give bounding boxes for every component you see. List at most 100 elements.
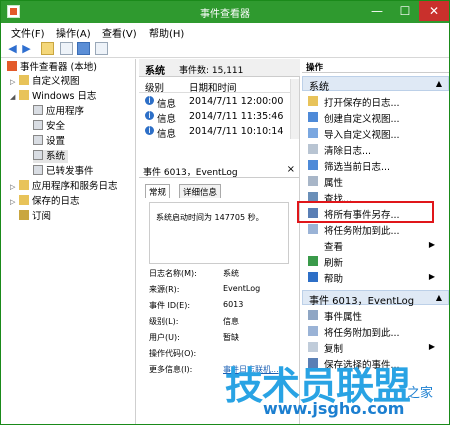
action-label: 事件属性 <box>324 312 363 323</box>
action-item[interactable]: 筛选当前日志... <box>302 158 449 173</box>
section-label: 系统 <box>309 82 329 93</box>
title-bar: 事件查看器 — ☐ ✕ <box>1 1 449 23</box>
event-list-scrollbar[interactable] <box>290 79 299 139</box>
event-row[interactable]: i 信息 2014/7/11 11:35:46 <box>139 110 290 125</box>
collapse-icon[interactable]: ◢ <box>10 93 15 101</box>
actions-header: 操作 <box>302 59 449 73</box>
tree-item-label: 安全 <box>46 121 66 132</box>
action-label: 筛选当前日志... <box>324 162 391 173</box>
tree-item-label: 设置 <box>46 136 66 147</box>
event-properties-icon <box>308 310 318 320</box>
field-more-info: 更多信息(I): 事件日志联机... <box>149 365 279 374</box>
log-icon <box>33 135 43 145</box>
tree-item-label: 保存的日志 <box>32 196 80 207</box>
action-item[interactable]: 刷新 <box>302 254 449 269</box>
action-label: 将任务附加到此... <box>324 328 400 339</box>
actions-section-system[interactable]: 系统 ▲ <box>302 76 449 93</box>
tree-item-forwarded[interactable]: 已转发事件 <box>33 165 94 178</box>
close-button[interactable]: ✕ <box>419 1 449 21</box>
tree-item-label: Windows 日志 <box>32 91 97 102</box>
submenu-arrow-icon: ▶ <box>428 272 435 281</box>
tree-root[interactable]: 事件查看器 (本地) <box>7 61 97 74</box>
maximize-button[interactable]: ☐ <box>391 1 419 21</box>
tree-item-setup[interactable]: 设置 <box>33 135 65 148</box>
event-viewer-window: 事件查看器 — ☐ ✕ 文件(F) 操作(A) 查看(V) 帮助(H) ◀ ▶ … <box>0 0 450 425</box>
minimize-button[interactable]: — <box>363 1 391 21</box>
tree-item-application[interactable]: 应用程序 <box>33 105 84 118</box>
tree-item-subscriptions[interactable]: 订阅 <box>19 210 51 223</box>
event-level: 信息 <box>157 114 177 125</box>
event-datetime: 2014/7/11 11:35:46 <box>189 111 284 122</box>
tree-item-windows-logs[interactable]: Windows 日志 <box>19 90 96 103</box>
event-grid-header: 级别 日期和时间 <box>139 79 290 94</box>
action-item[interactable]: 将任务附加到此... <box>302 324 449 339</box>
tree-item-label: 已转发事件 <box>46 166 94 177</box>
task-icon <box>308 326 318 336</box>
action-item[interactable]: 复制 ▶ <box>302 340 449 355</box>
help-toolbar-icon[interactable] <box>77 42 90 55</box>
event-row[interactable]: i 信息 2014/7/11 12:00:00 <box>139 95 290 110</box>
detail-title: 事件 6013，EventLog <box>143 168 238 178</box>
event-row[interactable]: i 信息 2014/7/11 10:10:14 <box>139 125 290 140</box>
tree-root-label: 事件查看器 (本地) <box>20 62 97 73</box>
forward-arrow-icon[interactable]: ▶ <box>20 43 33 54</box>
menu-file[interactable]: 文件(F) <box>11 25 45 40</box>
tree-item-apps-services[interactable]: 应用程序和服务日志 <box>19 180 118 193</box>
action-pane-icon[interactable] <box>95 42 108 55</box>
action-item[interactable]: 将任务附加到此... <box>302 222 449 237</box>
action-item[interactable]: 属性 <box>302 174 449 189</box>
event-description: 系统启动时间为 147705 秒。 <box>156 213 264 222</box>
action-label: 将任务附加到此... <box>324 226 400 237</box>
action-label: 帮助 <box>324 274 344 285</box>
watermark-suffix: 之家 <box>407 386 434 401</box>
action-item[interactable]: 事件属性 <box>302 308 449 323</box>
field-event-id: 事件 ID(E): 6013 <box>149 300 244 310</box>
col-level[interactable]: 级别 <box>145 80 164 94</box>
section-label: 事件 6013，EventLog <box>309 296 415 307</box>
action-label: 复制 <box>324 344 344 355</box>
field-source: 来源(R): EventLog <box>149 284 261 294</box>
action-item[interactable]: 帮助 ▶ <box>302 270 449 285</box>
action-item[interactable]: 查看 ▶ <box>302 238 449 253</box>
expand-icon[interactable]: ▷ <box>10 78 15 86</box>
tree-item-security[interactable]: 安全 <box>33 120 65 133</box>
event-datetime: 2014/7/11 12:00:00 <box>189 96 284 107</box>
folder-icon <box>19 195 29 205</box>
tab-general[interactable]: 常规 <box>145 184 171 198</box>
action-item[interactable]: 创建自定义视图... <box>302 110 449 125</box>
tree-item-system[interactable]: 系统 <box>33 150 69 163</box>
tree-item-custom-views[interactable]: 自定义视图 <box>19 75 80 88</box>
menu-view[interactable]: 查看(V) <box>102 25 137 40</box>
action-item[interactable]: 清除日志... <box>302 142 449 157</box>
field-opcode: 操作代码(O): <box>149 349 197 358</box>
log-header: 系统 事件数: 15,111 <box>139 59 300 77</box>
col-datetime[interactable]: 日期和时间 <box>189 80 237 94</box>
detail-close-button[interactable]: × <box>287 164 295 175</box>
tree-item-saved-logs[interactable]: 保存的日志 <box>19 195 80 208</box>
action-label: 清除日志... <box>324 146 372 157</box>
event-level: 信息 <box>157 99 177 110</box>
info-icon: i <box>145 111 154 120</box>
log-icon <box>33 120 43 130</box>
show-tree-icon[interactable] <box>60 42 73 55</box>
open-folder-icon[interactable] <box>41 42 54 55</box>
action-item[interactable]: 导入自定义视图... <box>302 126 449 141</box>
menu-action[interactable]: 操作(A) <box>56 25 91 40</box>
info-icon: i <box>145 96 154 105</box>
detail-header: 事件 6013，EventLog × <box>139 164 299 178</box>
tab-details[interactable]: 详细信息 <box>179 184 222 198</box>
filter-icon <box>308 160 318 170</box>
highlight-box <box>297 201 434 223</box>
action-item[interactable]: 打开保存的日志... <box>302 94 449 109</box>
action-label: 刷新 <box>324 258 344 269</box>
event-datetime: 2014/7/11 10:10:14 <box>189 126 284 137</box>
log-icon <box>33 150 43 160</box>
expand-icon[interactable]: ▷ <box>10 183 15 191</box>
field-user: 用户(U): 暂缺 <box>149 333 239 342</box>
filter-create-icon <box>308 112 318 122</box>
back-arrow-icon[interactable]: ◀ <box>6 43 19 54</box>
actions-section-event[interactable]: 事件 6013，EventLog ▲ <box>302 290 449 307</box>
expand-icon[interactable]: ▷ <box>10 198 15 206</box>
menu-help[interactable]: 帮助(H) <box>149 25 184 40</box>
help-icon <box>308 272 318 282</box>
